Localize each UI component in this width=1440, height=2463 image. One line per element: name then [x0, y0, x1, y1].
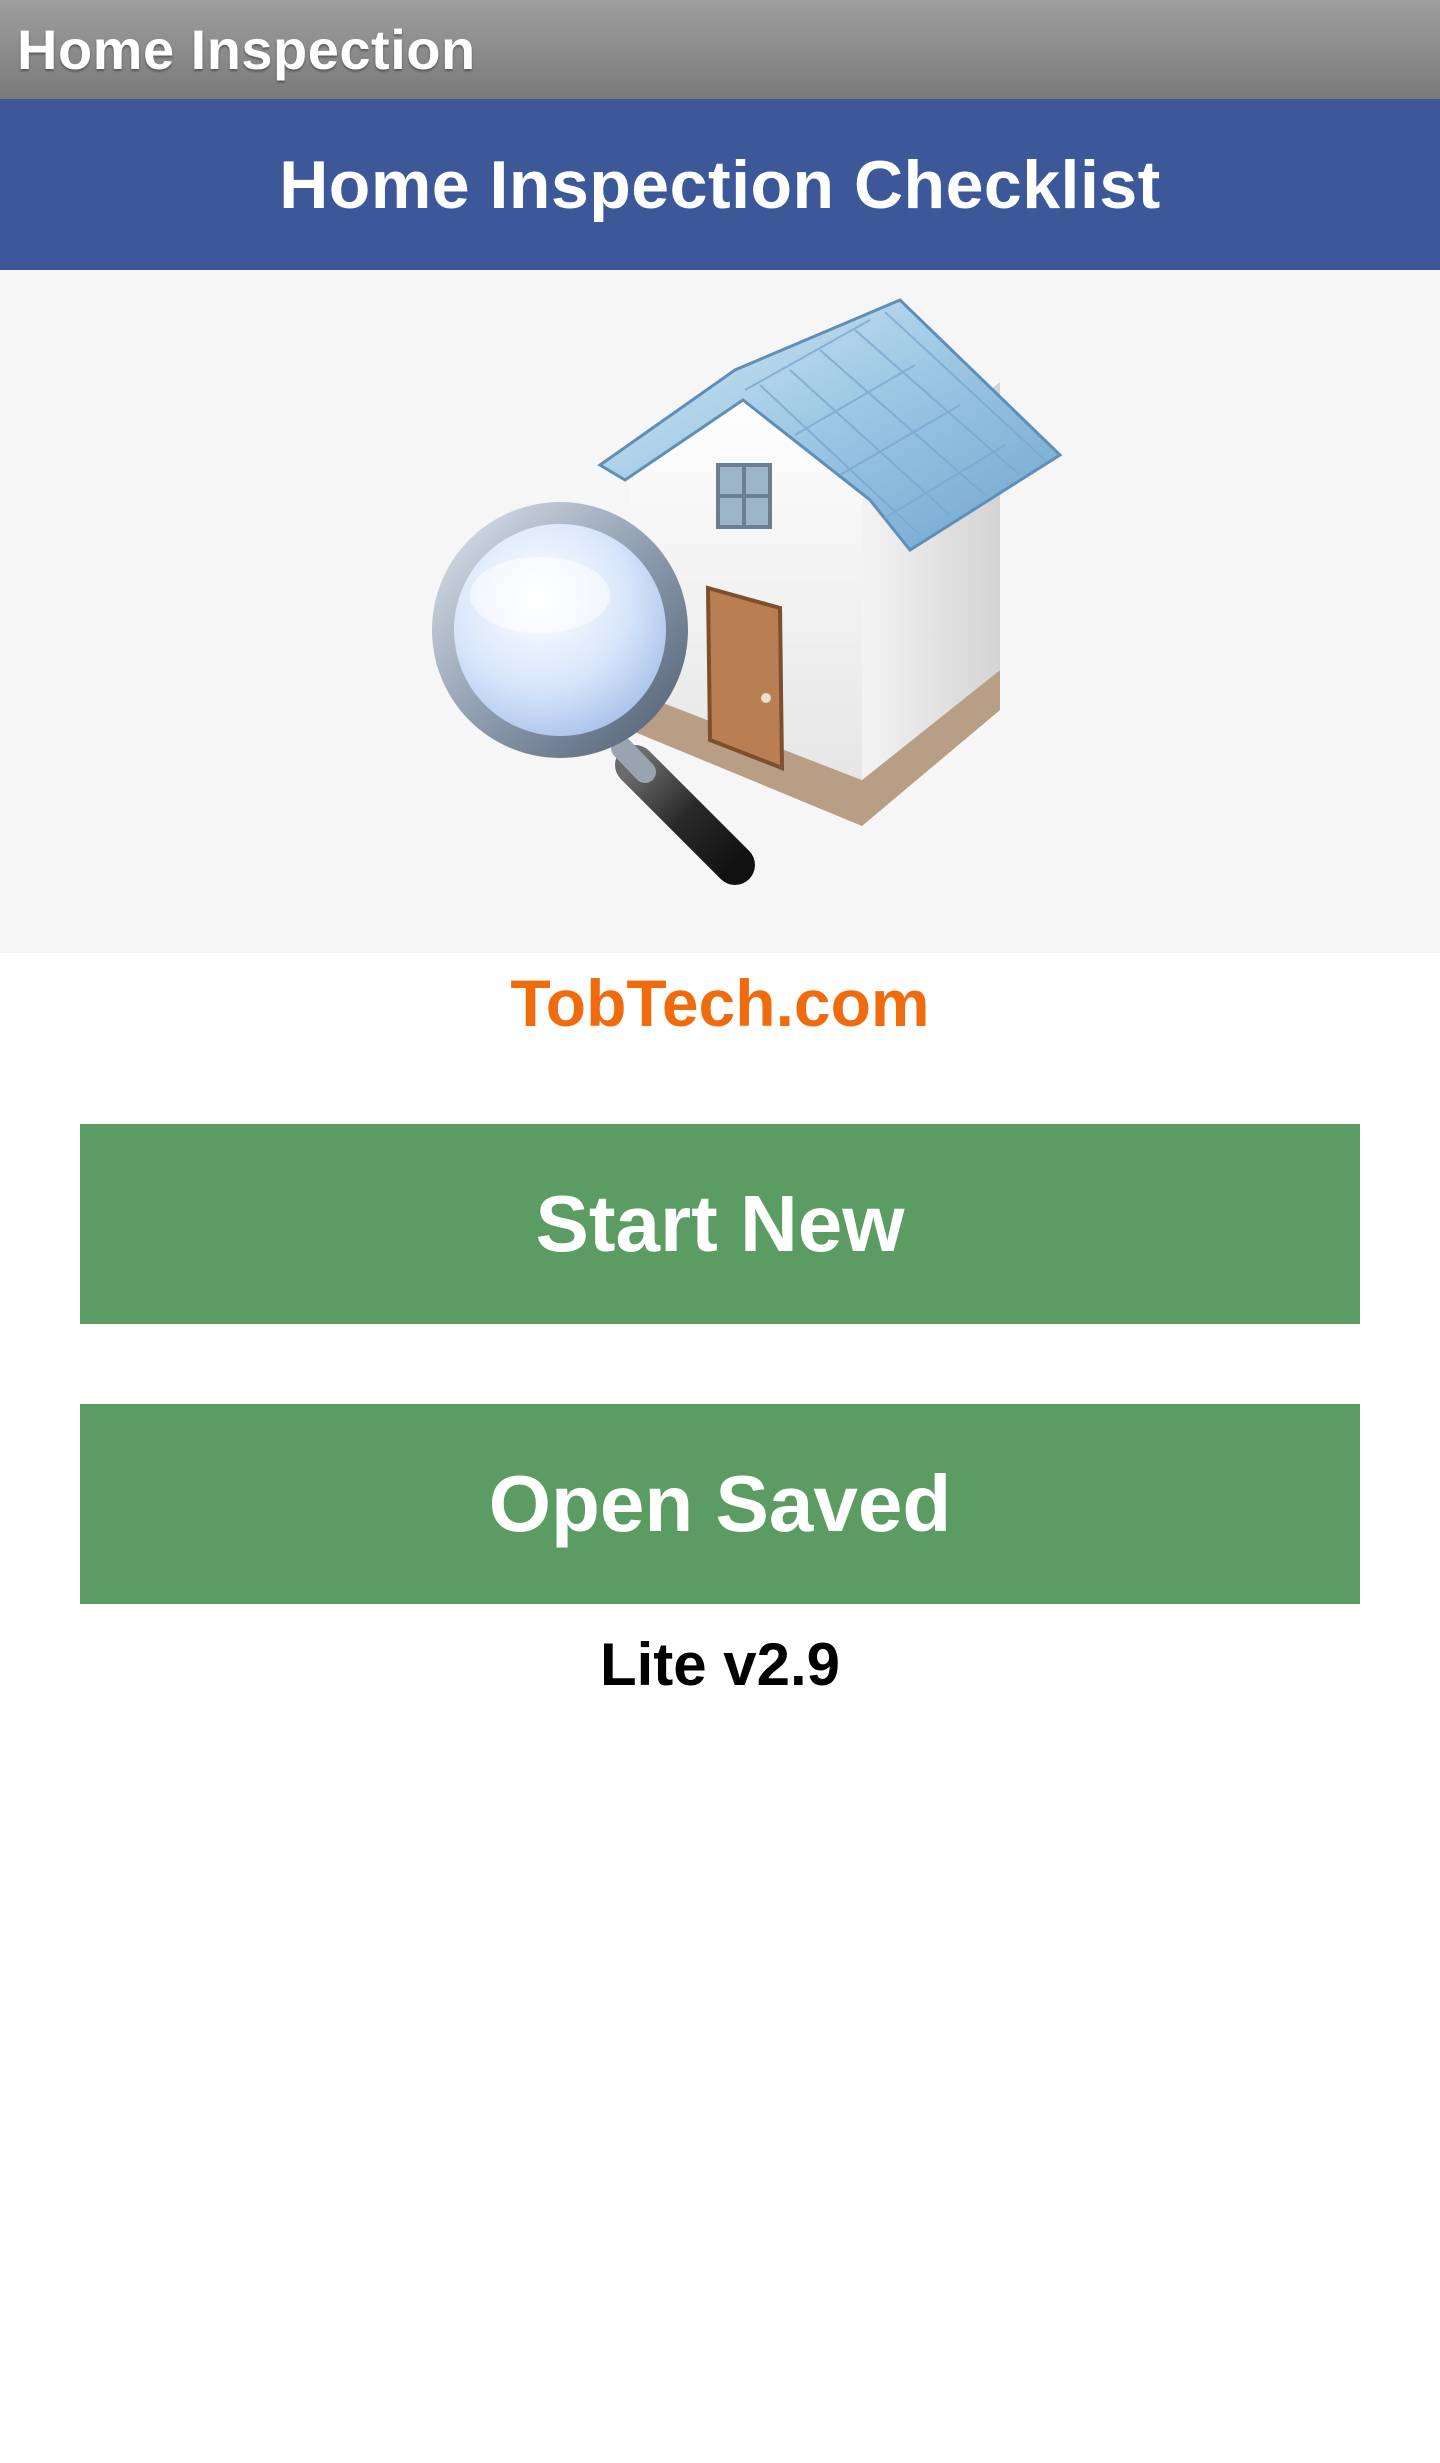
- app-title-bar: Home Inspection: [0, 0, 1440, 99]
- page-title: Home Inspection Checklist: [279, 146, 1161, 223]
- app-screen: Home Inspection Home Inspection Checklis…: [0, 0, 1440, 2463]
- open-saved-button[interactable]: Open Saved: [80, 1404, 1360, 1604]
- house-with-magnifying-glass-icon: [432, 298, 1063, 885]
- app-title: Home Inspection: [17, 18, 476, 81]
- hero-image-panel: [0, 270, 1440, 953]
- header-banner: Home Inspection Checklist: [0, 99, 1440, 270]
- tobtech-website-link[interactable]: TobTech.com: [0, 958, 1440, 1048]
- version-label: Lite v2.9: [599, 1631, 841, 1698]
- start-new-button[interactable]: Start New: [80, 1124, 1360, 1324]
